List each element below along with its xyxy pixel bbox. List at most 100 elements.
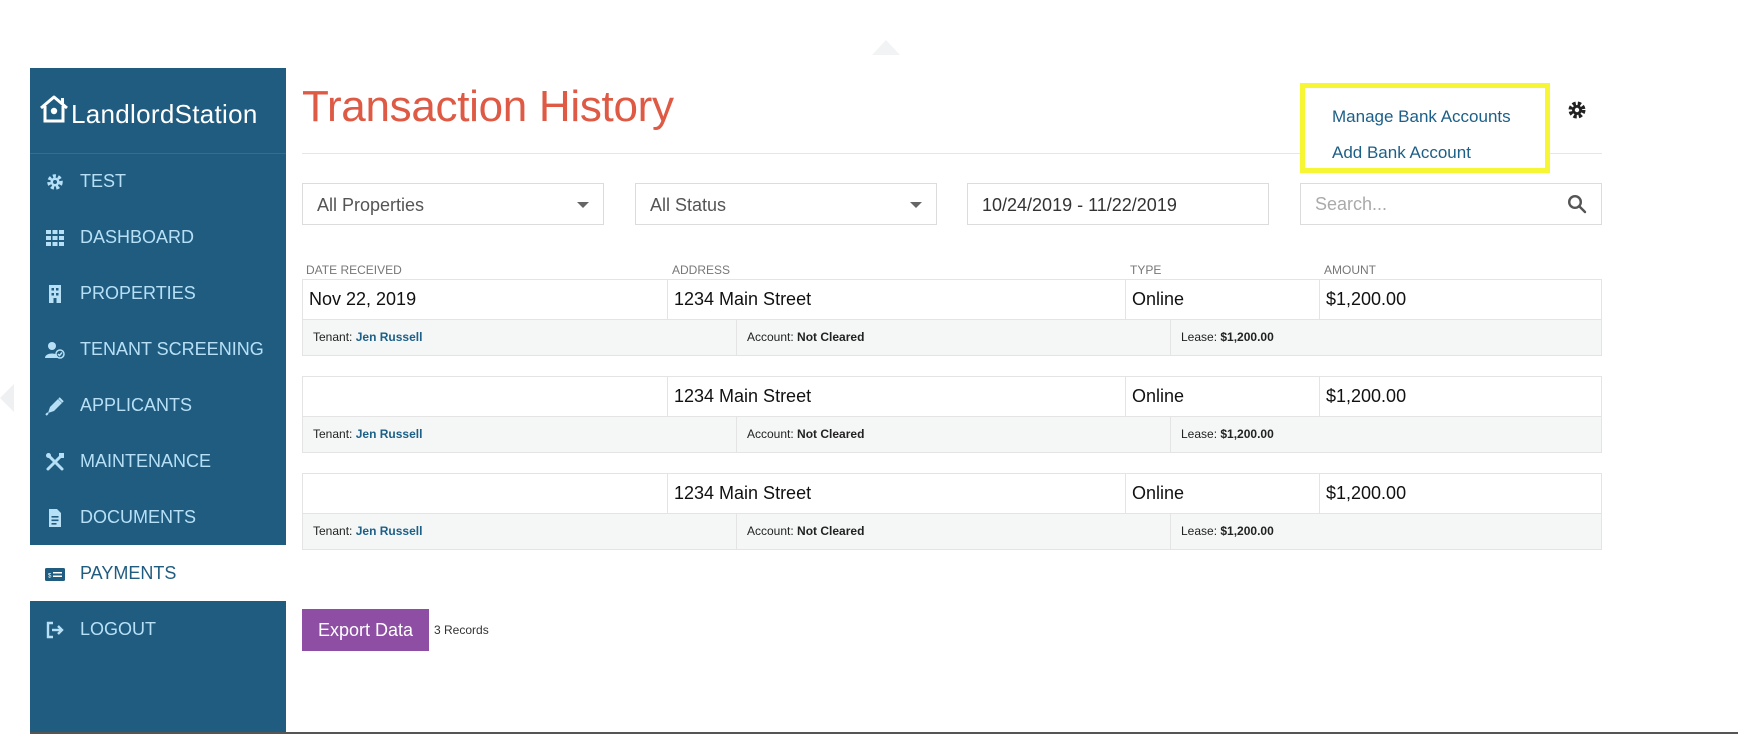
lease-detail: Lease: $1,200.00 [1171, 514, 1601, 549]
account-label: Account: [747, 330, 794, 344]
lease-amount: $1,200.00 [1220, 427, 1274, 441]
transaction-row[interactable]: 1234 Main Street Online $1,200.00 Tenant… [302, 376, 1602, 453]
page-title: Transaction History [302, 82, 674, 131]
lease-label: Lease: [1181, 330, 1218, 344]
property-filter-select[interactable]: All Properties [302, 183, 604, 225]
add-bank-account-link[interactable]: Add Bank Account [1332, 143, 1471, 163]
tenant-name-link[interactable]: Jen Russell [356, 330, 423, 344]
chevron-down-icon [577, 202, 589, 208]
date-range-picker[interactable]: 10/24/2019 - 11/22/2019 [967, 183, 1269, 225]
sidebar-item-properties[interactable]: PROPERTIES [30, 265, 286, 321]
account-status: Not Cleared [797, 330, 865, 344]
amount-cell: $1,200.00 [1326, 483, 1407, 503]
column-header-type: TYPE [1130, 263, 1162, 277]
settings-gear-icon[interactable] [1567, 100, 1587, 120]
grid-icon [46, 230, 64, 246]
chevron-down-icon [910, 202, 922, 208]
sidebar-item-label: DASHBOARD [80, 227, 195, 247]
lease-detail: Lease: $1,200.00 [1171, 320, 1601, 355]
column-header-amount: AMOUNT [1324, 263, 1376, 277]
tools-icon [46, 453, 64, 471]
settings-dropdown-menu: Manage Bank Accounts Add Bank Account [1300, 83, 1550, 173]
sidebar-item-applicants[interactable]: APPLICANTS [30, 377, 286, 433]
search-icon[interactable] [1567, 194, 1587, 214]
sidebar-item-label: LOGOUT [80, 619, 157, 639]
lease-label: Lease: [1181, 427, 1218, 441]
transaction-details: Tenant: Jen Russell Account: Not Cleared… [303, 417, 1601, 452]
sidebar-nav: TEST DASHBOARD PROPERTIES TENANT SCREENI… [30, 153, 286, 657]
popover-caret-top [872, 40, 900, 55]
gear-icon [47, 174, 63, 190]
date-received-cell [303, 474, 668, 513]
lease-detail: Lease: $1,200.00 [1171, 417, 1601, 452]
transaction-summary: 1234 Main Street Online $1,200.00 [303, 474, 1601, 514]
account-label: Account: [747, 427, 794, 441]
house-logo-icon [40, 95, 68, 123]
amount-cell: $1,200.00 [1326, 386, 1407, 406]
sidebar-item-label: APPLICANTS [80, 395, 193, 415]
sidebar-item-label: DOCUMENTS [80, 507, 196, 527]
tenant-detail: Tenant: Jen Russell [303, 320, 737, 355]
transaction-details: Tenant: Jen Russell Account: Not Cleared… [303, 514, 1601, 549]
transaction-summary: 1234 Main Street Online $1,200.00 [303, 377, 1601, 417]
tenant-name-link[interactable]: Jen Russell [356, 427, 423, 441]
tenant-name-link[interactable]: Jen Russell [356, 524, 423, 538]
lease-label: Lease: [1181, 524, 1218, 538]
sidebar-item-label: TENANT SCREENING [80, 339, 264, 359]
amount-cell: $1,200.00 [1326, 289, 1407, 309]
address-cell: 1234 Main Street [668, 280, 1126, 319]
record-count: 3 Records [434, 623, 489, 637]
brand-name: LandlordStation [71, 99, 258, 129]
status-filter-value: All Status [650, 195, 727, 215]
type-cell: Online [1126, 474, 1320, 513]
sidebar-item-tenant-screening[interactable]: TENANT SCREENING [30, 321, 286, 377]
sidebar-item-payments[interactable]: $ PAYMENTS [30, 545, 286, 601]
sidebar-item-test[interactable]: TEST [30, 153, 286, 209]
logout-icon [46, 621, 64, 639]
transaction-summary: Nov 22, 2019 1234 Main Street Online $1,… [303, 280, 1601, 320]
sidebar-item-label: TEST [80, 171, 127, 191]
tenant-label: Tenant: [313, 330, 353, 344]
sidebar-item-maintenance[interactable]: MAINTENANCE [30, 433, 286, 489]
sidebar-item-dashboard[interactable]: DASHBOARD [30, 209, 286, 265]
tenant-label: Tenant: [313, 524, 353, 538]
type-cell: Online [1126, 377, 1320, 416]
date-received-cell: Nov 22, 2019 [303, 280, 668, 319]
account-label: Account: [747, 524, 794, 538]
type-cell: Online [1126, 280, 1320, 319]
document-icon [49, 509, 61, 527]
sidebar-item-label: PAYMENTS [80, 563, 177, 583]
sidebar-item-label: MAINTENANCE [80, 451, 212, 471]
column-header-address: ADDRESS [672, 263, 731, 277]
lease-amount: $1,200.00 [1220, 330, 1274, 344]
address-cell: 1234 Main Street [668, 474, 1126, 513]
sidebar: LandlordStation TEST DASHBOARD PROPERTIE… [30, 68, 286, 732]
sidebar-item-label: PROPERTIES [80, 283, 196, 303]
export-data-button[interactable]: Export Data [302, 609, 429, 651]
transaction-row[interactable]: 1234 Main Street Online $1,200.00 Tenant… [302, 473, 1602, 550]
payment-card-icon: $ [45, 568, 65, 581]
popover-caret-left [0, 384, 14, 412]
account-detail: Account: Not Cleared [737, 514, 1171, 549]
account-detail: Account: Not Cleared [737, 320, 1171, 355]
tenant-detail: Tenant: Jen Russell [303, 514, 737, 549]
account-status: Not Cleared [797, 427, 865, 441]
sidebar-item-logout[interactable]: LOGOUT [30, 601, 286, 657]
status-filter-select[interactable]: All Status [635, 183, 937, 225]
manage-bank-accounts-link[interactable]: Manage Bank Accounts [1332, 107, 1511, 127]
address-cell: 1234 Main Street [668, 377, 1126, 416]
transaction-details: Tenant: Jen Russell Account: Not Cleared… [303, 320, 1601, 355]
date-range-value: 10/24/2019 - 11/22/2019 [982, 195, 1177, 215]
tenant-detail: Tenant: Jen Russell [303, 417, 737, 452]
search-input[interactable] [1300, 183, 1602, 225]
column-header-date-received: DATE RECEIVED [306, 263, 402, 277]
brand-logo[interactable]: LandlordStation [30, 68, 286, 154]
tenant-label: Tenant: [313, 427, 353, 441]
transaction-row[interactable]: Nov 22, 2019 1234 Main Street Online $1,… [302, 279, 1602, 356]
pen-icon [45, 397, 64, 416]
date-received-cell [303, 377, 668, 416]
building-icon [49, 285, 61, 303]
sidebar-item-documents[interactable]: DOCUMENTS [30, 489, 286, 545]
account-detail: Account: Not Cleared [737, 417, 1171, 452]
account-status: Not Cleared [797, 524, 865, 538]
